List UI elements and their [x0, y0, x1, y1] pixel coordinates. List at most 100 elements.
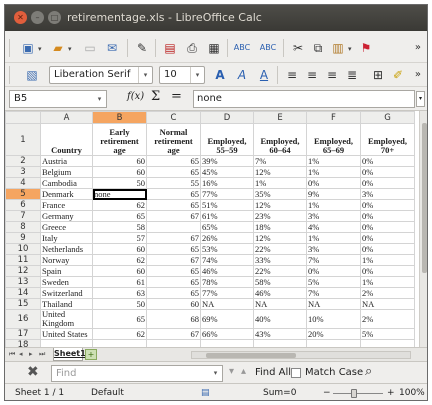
table-cell[interactable]: 0%: [360, 199, 415, 211]
table-cell[interactable]: 61%: [200, 210, 254, 222]
table-cell[interactable]: NA: [306, 298, 361, 310]
row-header[interactable]: 3: [5, 166, 41, 178]
page-style[interactable]: Default: [91, 388, 124, 398]
find-replace-icon[interactable]: ⌕: [365, 364, 372, 379]
align-center-icon[interactable]: ≡: [303, 66, 321, 84]
bold-icon[interactable]: A: [211, 66, 229, 84]
table-cell[interactable]: 20%: [306, 328, 361, 340]
table-cell[interactable]: 65: [92, 210, 147, 222]
zoom-slider-handle[interactable]: [351, 389, 357, 398]
table-cell[interactable]: 50: [92, 177, 147, 189]
table-cell[interactable]: Sweden: [40, 276, 93, 288]
table-cell[interactable]: 62: [92, 199, 147, 211]
table-cell[interactable]: 65: [146, 188, 201, 200]
table-cell[interactable]: 18%: [253, 221, 307, 233]
horizontal-scrollbar[interactable]: [191, 351, 411, 359]
table-cell[interactable]: Austria: [40, 155, 93, 167]
export-pdf-icon[interactable]: ▤: [161, 39, 179, 57]
toolbar-overflow-icon[interactable]: »: [415, 69, 421, 80]
table-cell[interactable]: Norway: [40, 254, 93, 266]
sheet-tab-sheet1[interactable]: Sheet1: [53, 348, 86, 361]
underline-icon[interactable]: A: [255, 66, 273, 84]
table-cell[interactable]: 62: [92, 328, 147, 340]
table-cell[interactable]: 60: [92, 166, 147, 178]
table-cell[interactable]: 0%: [360, 265, 415, 277]
select-all-corner[interactable]: [5, 111, 41, 124]
sum-display[interactable]: Sum=0: [263, 388, 296, 398]
table-cell[interactable]: 65: [146, 243, 201, 255]
table-cell[interactable]: 60: [92, 265, 147, 277]
formula-equals-icon[interactable]: =: [171, 89, 182, 104]
table-cell[interactable]: Belgium: [40, 166, 93, 178]
row-header[interactable]: 17: [5, 328, 41, 340]
table-cell[interactable]: 7%: [253, 155, 307, 167]
cut-icon[interactable]: ✂: [289, 39, 307, 57]
table-cell[interactable]: 12%: [253, 199, 307, 211]
merge-cells-icon[interactable]: ⊞: [369, 66, 387, 84]
table-cell[interactable]: 46%: [200, 265, 254, 277]
row-header[interactable]: 2: [5, 155, 41, 167]
open-folder-icon[interactable]: ▰: [49, 39, 67, 57]
new-dropdown-icon[interactable]: ▾: [38, 45, 42, 53]
table-cell[interactable]: 1%: [306, 232, 361, 244]
table-cell[interactable]: 0%: [360, 155, 415, 167]
zoom-slider[interactable]: [333, 393, 383, 394]
table-cell[interactable]: 65: [92, 309, 147, 329]
table-cell[interactable]: NA: [200, 298, 254, 310]
first-sheet-icon[interactable]: ⏮: [9, 350, 15, 359]
open-dropdown-icon[interactable]: ▾: [68, 45, 72, 53]
table-cell[interactable]: 67: [146, 232, 201, 244]
italic-icon[interactable]: A: [233, 66, 251, 84]
table-cell[interactable]: 22%: [253, 243, 307, 255]
column-header-d[interactable]: D: [200, 111, 254, 124]
table-cell[interactable]: 0%: [360, 221, 415, 233]
table-cell[interactable]: NA: [360, 298, 415, 310]
maximize-window-icon[interactable]: □: [48, 11, 61, 24]
function-wizard-icon[interactable]: f(x): [127, 91, 144, 102]
chevron-down-icon[interactable]: ▾: [209, 366, 222, 381]
table-cell[interactable]: [306, 339, 361, 347]
row-header[interactable]: 18: [5, 339, 41, 347]
table-cell[interactable]: 12%: [253, 232, 307, 244]
row-header[interactable]: 5: [5, 188, 41, 200]
table-cell[interactable]: 3%: [306, 210, 361, 222]
table-cell[interactable]: Denmark: [40, 188, 93, 200]
print-preview-icon[interactable]: ▦: [205, 39, 223, 57]
table-cell[interactable]: 77%: [200, 188, 254, 200]
table-cell[interactable]: 4%: [306, 221, 361, 233]
table-cell[interactable]: 67: [146, 254, 201, 266]
table-cell[interactable]: United States: [40, 328, 93, 340]
column-header-e[interactable]: E: [253, 111, 307, 124]
new-document-icon[interactable]: ▣: [19, 39, 37, 57]
zoom-in-icon[interactable]: +: [387, 388, 395, 398]
table-cell[interactable]: 67: [146, 210, 201, 222]
row-header[interactable]: 13: [5, 276, 41, 288]
table-cell[interactable]: 65: [146, 276, 201, 288]
table-cell[interactable]: 43%: [253, 328, 307, 340]
table-cell[interactable]: 77%: [200, 287, 254, 299]
row-header[interactable]: 1: [5, 123, 41, 156]
row-header[interactable]: 4: [5, 177, 41, 189]
save-icon[interactable]: ▭: [81, 39, 99, 57]
table-cell[interactable]: 5%: [360, 328, 415, 340]
sum-icon[interactable]: Σ: [151, 89, 160, 104]
table-cell[interactable]: 67: [146, 328, 201, 340]
paste-dropdown-icon[interactable]: ▾: [348, 45, 352, 53]
row-header[interactable]: 9: [5, 232, 41, 244]
table-cell[interactable]: 58: [92, 221, 147, 233]
last-sheet-icon[interactable]: ⏭: [39, 350, 45, 359]
match-case-label[interactable]: Match Case: [305, 367, 363, 378]
header-cell-employed-65-69[interactable]: Employed, 65–69: [306, 123, 361, 156]
autospellcheck-icon[interactable]: ABC: [259, 39, 277, 57]
table-cell[interactable]: 58%: [253, 276, 307, 288]
table-cell[interactable]: 1%: [306, 155, 361, 167]
table-cell[interactable]: 10%: [306, 309, 361, 329]
row-header[interactable]: 10: [5, 243, 41, 255]
table-cell[interactable]: 40%: [253, 309, 307, 329]
table-cell[interactable]: 50: [92, 298, 147, 310]
row-header[interactable]: 16: [5, 309, 41, 329]
table-cell[interactable]: 60: [146, 298, 201, 310]
align-left-icon[interactable]: ≡: [283, 66, 301, 84]
table-cell[interactable]: 23%: [253, 210, 307, 222]
table-cell[interactable]: [40, 339, 93, 347]
